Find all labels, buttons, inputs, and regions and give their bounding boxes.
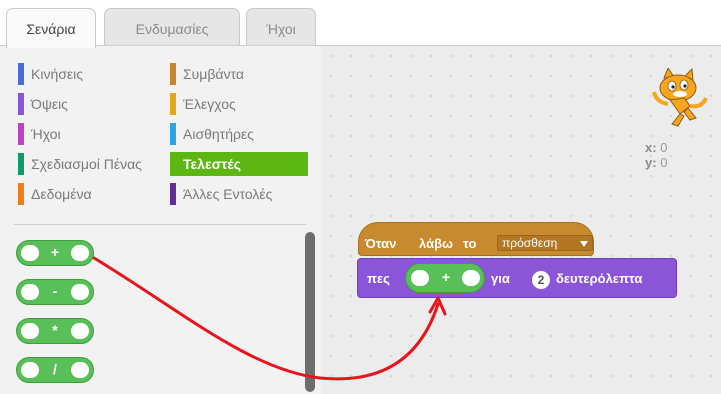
say-word: πες bbox=[367, 271, 390, 286]
input-slot[interactable] bbox=[21, 245, 39, 261]
category-operators[interactable]: Τελεστές bbox=[170, 152, 308, 176]
say-word: για bbox=[491, 271, 510, 286]
seconds-input[interactable]: 2 bbox=[532, 271, 550, 289]
operator-label: * bbox=[52, 322, 58, 338]
multiply-reporter-block[interactable]: * bbox=[16, 318, 94, 344]
sprite-coordinates: x: 0 y: 0 bbox=[645, 140, 667, 170]
subtract-reporter-block[interactable]: - bbox=[16, 279, 94, 305]
category-label: Τελεστές bbox=[183, 156, 242, 172]
y-value: 0 bbox=[660, 155, 668, 170]
input-slot[interactable] bbox=[411, 270, 429, 286]
input-slot[interactable] bbox=[21, 323, 39, 339]
category-color-bar bbox=[170, 183, 176, 205]
add-reporter-block[interactable]: + bbox=[16, 240, 94, 266]
say-word: δευτερόλεπτα bbox=[556, 271, 643, 286]
category-label: Άλλες Εντολές bbox=[183, 186, 273, 202]
message-dropdown[interactable]: πρόσθεση bbox=[497, 235, 593, 251]
category-more-blocks[interactable]: Άλλες Εντολές bbox=[170, 182, 310, 206]
operator-label: + bbox=[441, 269, 451, 285]
tab-scripts[interactable]: Σενάρια bbox=[6, 8, 96, 48]
category-color-bar bbox=[170, 153, 176, 175]
operator-label: + bbox=[50, 244, 60, 260]
category-color-bar bbox=[170, 63, 176, 85]
category-sound[interactable]: Ήχοι bbox=[18, 122, 166, 146]
message-value: πρόσθεση bbox=[502, 236, 558, 250]
palette-divider bbox=[14, 224, 306, 225]
category-color-bar bbox=[18, 93, 24, 115]
y-label: y: bbox=[645, 155, 657, 170]
category-motion[interactable]: Κινήσεις bbox=[18, 62, 166, 86]
palette-scrollbar[interactable] bbox=[305, 232, 315, 392]
hat-word: Όταν bbox=[365, 236, 397, 251]
operator-label: / bbox=[53, 361, 57, 377]
category-color-bar bbox=[18, 153, 24, 175]
category-label: Έλεγχος bbox=[183, 96, 236, 112]
dropdown-arrow-icon bbox=[580, 241, 588, 247]
category-pen[interactable]: Σχεδιασμοί Πένας bbox=[18, 152, 170, 176]
hat-word: το bbox=[463, 236, 477, 251]
input-slot[interactable] bbox=[71, 245, 89, 261]
category-color-bar bbox=[18, 123, 24, 145]
category-label: Όψεις bbox=[31, 96, 68, 112]
nested-add-reporter[interactable]: + bbox=[405, 263, 485, 293]
category-label: Σχεδιασμοί Πένας bbox=[31, 156, 142, 172]
category-control[interactable]: Έλεγχος bbox=[170, 92, 310, 116]
x-value: 0 bbox=[660, 140, 668, 155]
operator-label: - bbox=[52, 283, 58, 299]
category-data[interactable]: Δεδομένα bbox=[18, 182, 166, 206]
category-color-bar bbox=[170, 93, 176, 115]
category-label: Αισθητήρες bbox=[183, 126, 254, 142]
input-slot[interactable] bbox=[462, 270, 480, 286]
tab-sounds[interactable]: Ήχοι bbox=[246, 8, 316, 48]
category-events[interactable]: Συμβάντα bbox=[170, 62, 310, 86]
input-slot[interactable] bbox=[21, 362, 39, 378]
category-label: Κινήσεις bbox=[31, 66, 83, 82]
category-looks[interactable]: Όψεις bbox=[18, 92, 166, 116]
input-slot[interactable] bbox=[21, 284, 39, 300]
category-label: Συμβάντα bbox=[183, 66, 244, 82]
input-slot[interactable] bbox=[71, 284, 89, 300]
x-label: x: bbox=[645, 140, 657, 155]
category-sensing[interactable]: Αισθητήρες bbox=[170, 122, 310, 146]
input-slot[interactable] bbox=[71, 323, 89, 339]
category-color-bar bbox=[170, 123, 176, 145]
category-label: Δεδομένα bbox=[31, 186, 92, 202]
hat-word: λάβω bbox=[419, 236, 453, 251]
divide-reporter-block[interactable]: / bbox=[16, 357, 94, 383]
category-color-bar bbox=[18, 63, 24, 85]
sprite-cat-icon bbox=[652, 68, 708, 127]
category-label: Ήχοι bbox=[31, 126, 61, 142]
input-slot[interactable] bbox=[71, 362, 89, 378]
category-color-bar bbox=[18, 183, 24, 205]
tab-costumes[interactable]: Ενδυμασίες bbox=[104, 8, 240, 48]
